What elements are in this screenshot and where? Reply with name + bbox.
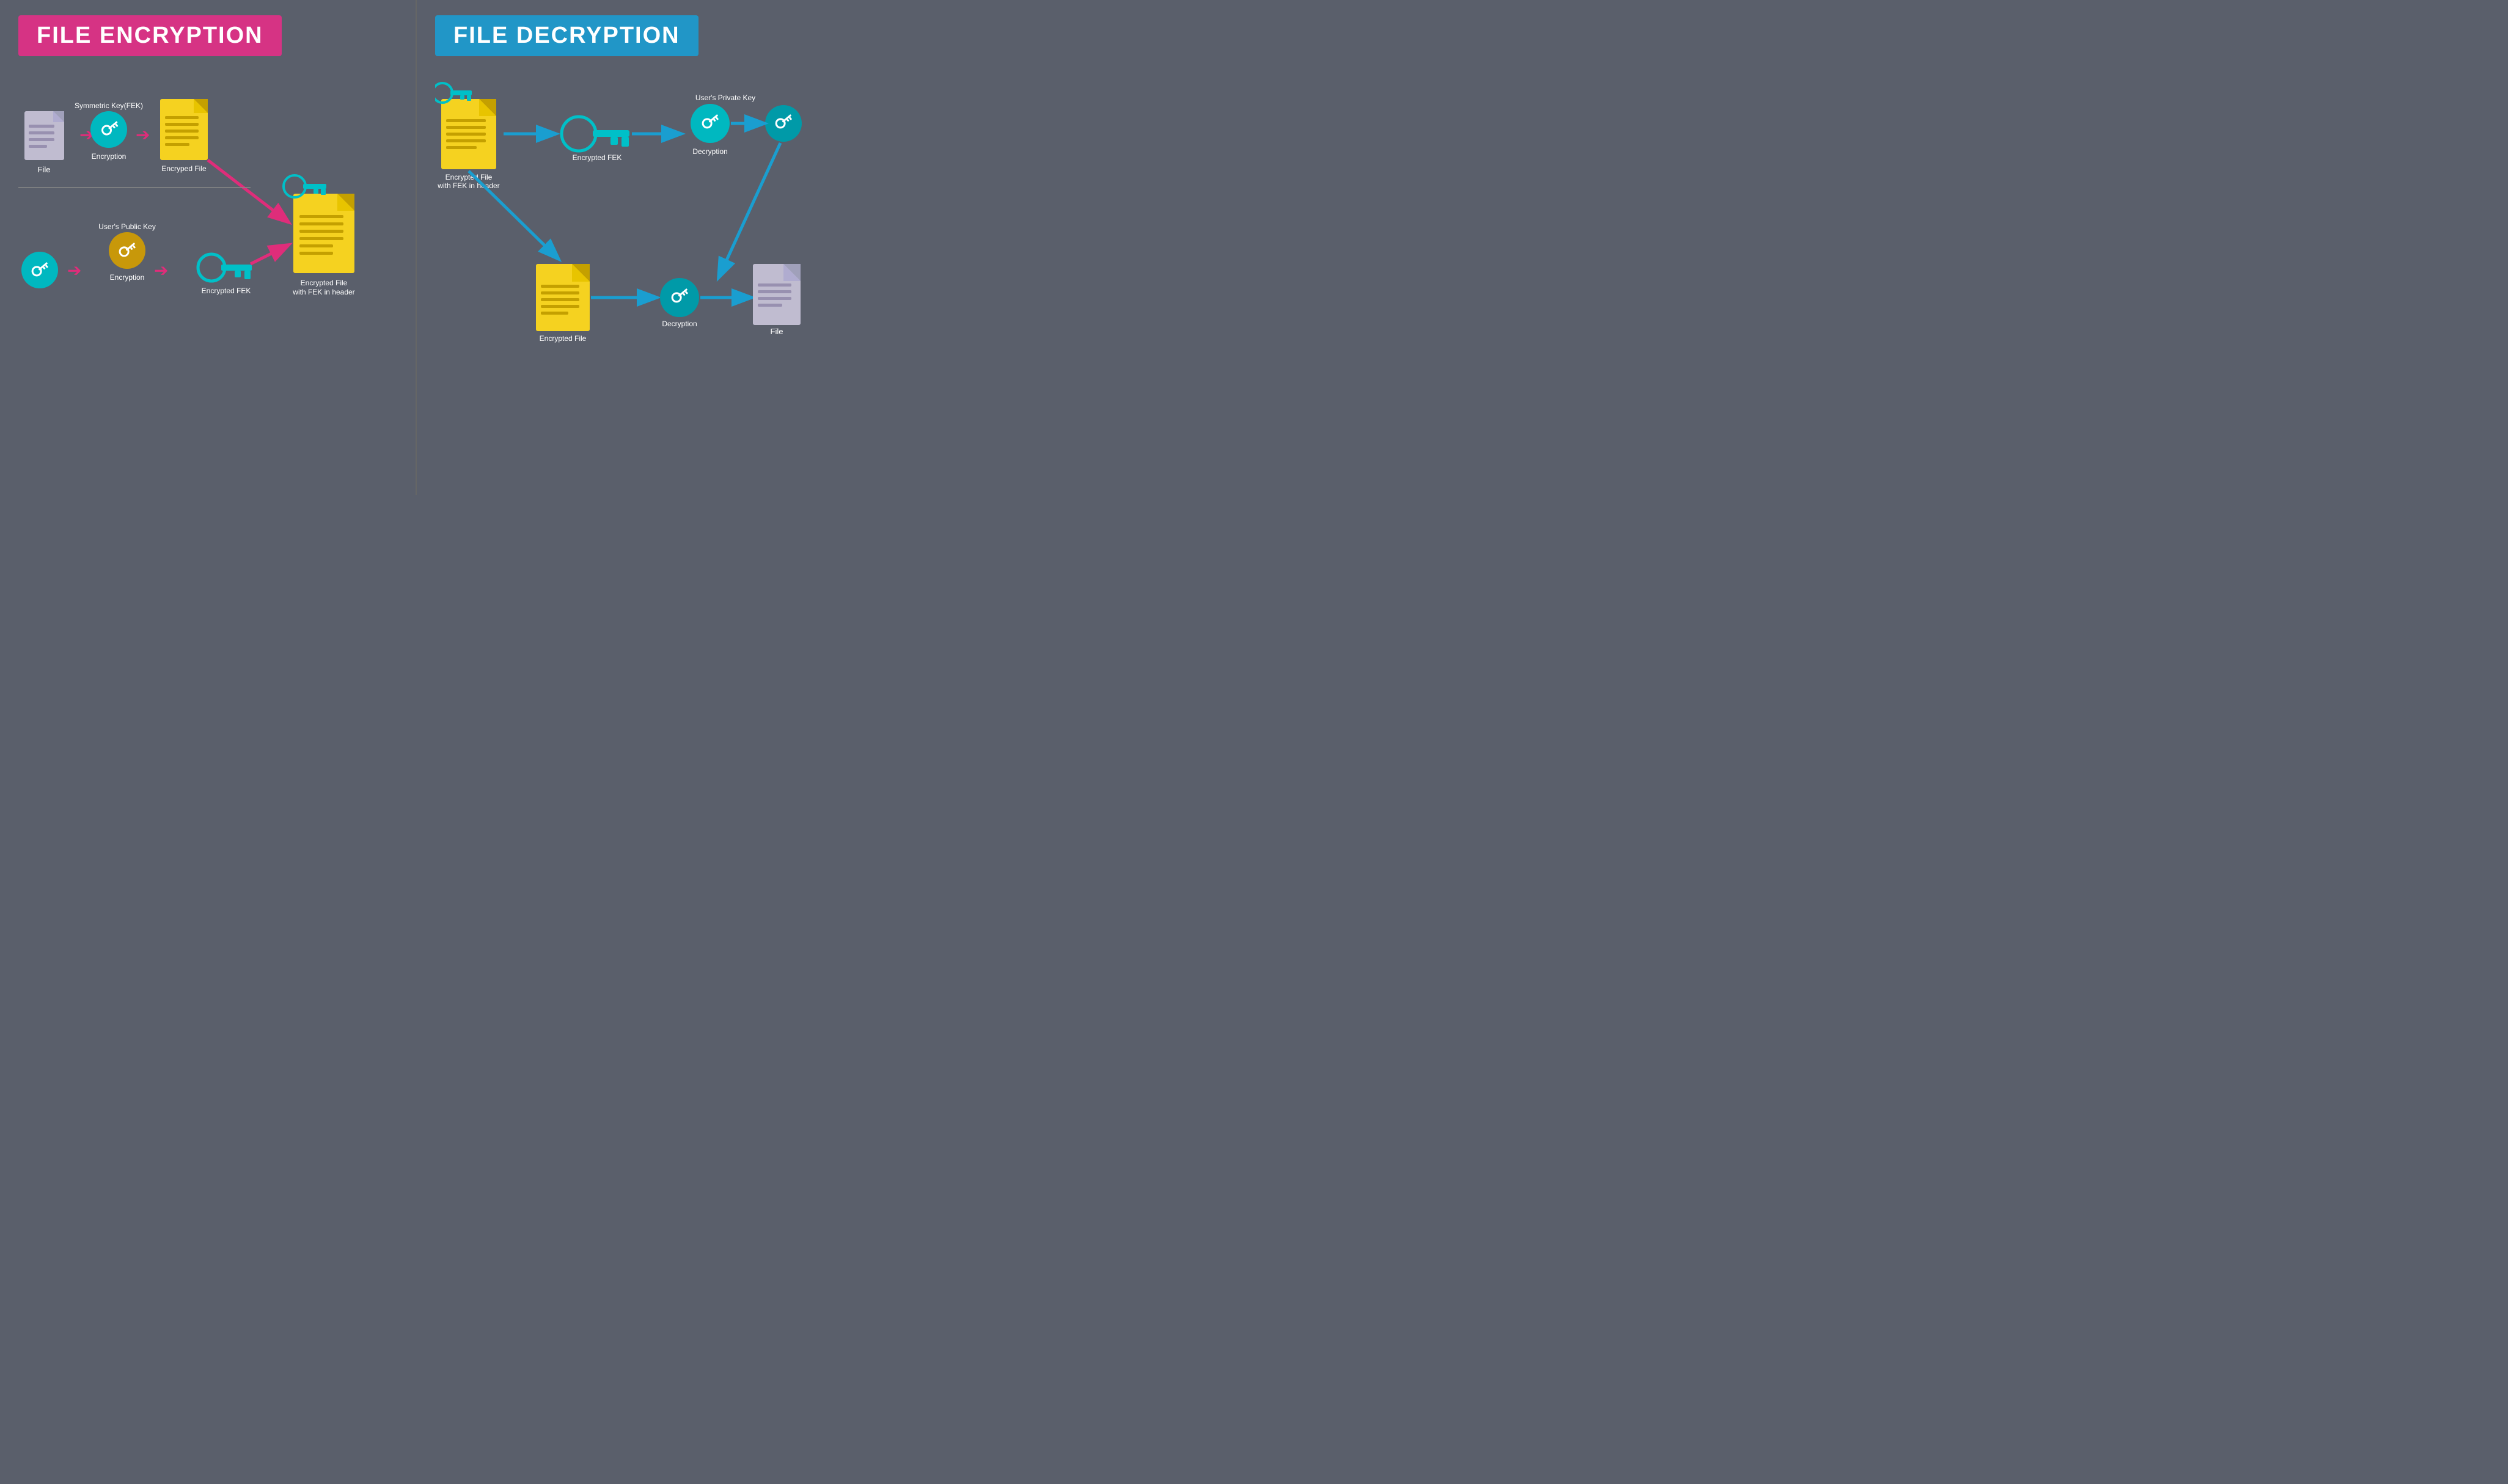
decryption-title-banner: FILE DECRYPTION (435, 15, 698, 56)
priv-key-label: User's Private Key (695, 93, 755, 102)
priv-key-circle (691, 104, 730, 143)
encrypted-fek-label-bottom: Encrypted FEK (202, 287, 251, 295)
encryption-title: FILE ENCRYPTION (37, 23, 263, 49)
svg-text:with FEK in header: with FEK in header (292, 288, 354, 296)
diag-arrow-down (469, 171, 557, 258)
encrypted-file-doc: Encryped File (160, 99, 208, 173)
sym-key-circle (90, 111, 127, 148)
diag-arrow-bottom (251, 246, 287, 264)
enc-fek-key: Encrypted FEK (562, 117, 629, 162)
pub-key-label: User's Public Key (98, 222, 156, 231)
enc-file-bottom: Encrypted File (536, 264, 590, 343)
combined-doc-label: Encrypted File (301, 279, 348, 287)
encryption-diagram: File ➔ Symmetric Key(FEK) Encryption ➔ (18, 75, 397, 441)
file-label: File (38, 165, 51, 174)
encryption-label-bottom: Encryption (110, 273, 145, 282)
final-file-doc: File (753, 264, 801, 336)
enc-fek-label: Encrypted FEK (573, 153, 622, 162)
arrow-enc-3: ➔ (67, 261, 81, 280)
encrypted-fek-key: Encrypted FEK (198, 254, 252, 295)
encrypted-file-label: Encryped File (161, 164, 207, 173)
diag-arrow-down-2 (719, 143, 780, 276)
arrow-enc-4: ➔ (154, 261, 168, 280)
decryption-label-bottom: Decryption (662, 320, 697, 328)
left-panel: FILE ENCRYPTION File ➔ Symmet (0, 0, 416, 495)
dec-circle-bottom (660, 278, 699, 317)
final-file-label: File (771, 327, 783, 336)
decryption-title: FILE DECRYPTION (453, 23, 680, 49)
diag-arrow-top (208, 160, 287, 221)
right-panel: FILE DECRYPTION (416, 0, 869, 495)
encryption-title-banner: FILE ENCRYPTION (18, 15, 282, 56)
enc-file-fek-label: Encrypted File (446, 173, 493, 181)
dec-result-circle (765, 105, 802, 142)
svg-text:with FEK in header: with FEK in header (437, 181, 499, 190)
encryption-label-top: Encryption (92, 152, 127, 161)
sym-key-label: Symmetric Key(FEK) (75, 101, 143, 110)
enc-file-bottom-label: Encrypted File (540, 334, 587, 343)
decryption-label-top: Decryption (692, 147, 727, 156)
page-wrapper: FILE ENCRYPTION File ➔ Symmet (0, 0, 835, 495)
enc-file-with-fek: Encrypted File with FEK in header (435, 83, 500, 190)
arrow-enc-2: ➔ (136, 125, 150, 144)
decryption-diagram: Encrypted File with FEK in header Encryp… (435, 75, 851, 441)
combined-doc: Encrypted File with FEK in header (284, 175, 355, 296)
file-doc: File (24, 111, 64, 174)
